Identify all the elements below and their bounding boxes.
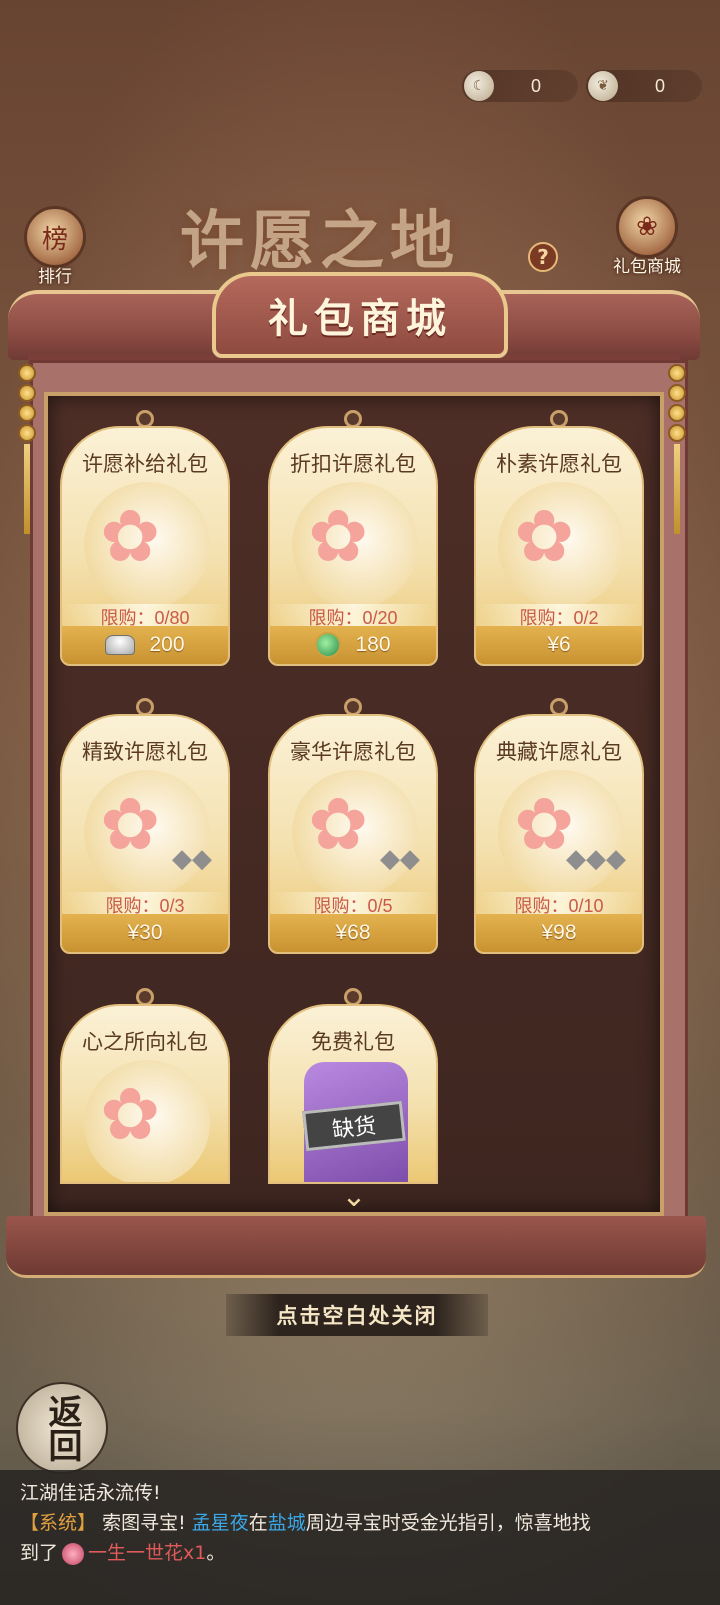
gift-shop-label: 礼包商城 [613, 257, 681, 277]
pack-name: 典藏许愿礼包 [496, 740, 622, 764]
pack-card[interactable]: 精致许愿礼包 ✿ ◆◆ 限购：0/3 ¥30 [60, 698, 230, 954]
pack-name: 精致许愿礼包 [82, 740, 208, 764]
left-tassel [18, 364, 36, 534]
silver-moon-icon: ☾ [464, 71, 494, 101]
chat-text: 在 [248, 1512, 268, 1534]
chat-line-2: 【系统】 索图寻宝! 孟星夜在盐城周边寻宝时受金光指引，惊喜地找 [20, 1508, 700, 1538]
silver-ingots-icon: ◆◆ [172, 844, 212, 874]
pack-card[interactable]: 免费礼包 缺货 [268, 988, 438, 1184]
wish-land-title: 许愿之地 [180, 204, 460, 279]
silver-ingot-icon [105, 635, 136, 655]
price-button[interactable]: ¥68 [270, 914, 436, 952]
currency-silver-value: 0 [530, 75, 541, 96]
pack-name: 心之所向礼包 [82, 1030, 208, 1054]
back-button[interactable]: 返回 [16, 1382, 108, 1474]
price-button[interactable]: 180 [270, 626, 436, 664]
price-value: ¥30 [127, 921, 163, 944]
price-value: 200 [149, 633, 185, 656]
lotus-icon: ✿ [308, 494, 369, 578]
jade-dragon-coin-icon [315, 632, 342, 658]
modal-title: 礼包商城 [268, 295, 452, 342]
price-value: ¥6 [547, 633, 571, 656]
lotus-icon: ✿ [100, 1072, 161, 1156]
pack-card[interactable]: 朴素许愿礼包 ✿ 限购：0/2 ¥6 [474, 410, 644, 666]
price-value: 180 [355, 633, 391, 656]
pack-name: 许愿补给礼包 [82, 452, 208, 476]
chat-place-link[interactable]: 盐城 [268, 1512, 306, 1534]
currency-silver[interactable]: ☾ 0 [462, 70, 578, 102]
modal-base [6, 1216, 706, 1278]
gift-shop-button[interactable]: ❀ 礼包商城 [606, 196, 688, 277]
chat-text: 周边寻宝时受金光指引，惊喜地找 [305, 1512, 591, 1534]
chat-line-3: 到了 一生一世花x1。 [20, 1538, 700, 1568]
chat-text: 到了 [20, 1542, 59, 1564]
lotus-icon: ✿ [100, 494, 161, 578]
lotus-icon: ✿ [514, 494, 575, 578]
pack-name: 折扣许愿礼包 [290, 452, 416, 476]
pack-name: 朴素许愿礼包 [496, 452, 622, 476]
ranking-button[interactable]: 榜 排行 [14, 206, 96, 287]
gold-leaf-icon: ❦ [588, 71, 618, 101]
pack-name: 免费礼包 [311, 1030, 395, 1054]
price-button[interactable]: ¥6 [476, 626, 642, 664]
chat-player-link[interactable]: 孟星夜 [192, 1512, 249, 1534]
lotus-icon: ✿ [100, 782, 161, 866]
close-hint[interactable]: 点击空白处关闭 [226, 1294, 488, 1336]
help-icon[interactable]: ? [528, 242, 558, 272]
currency-gold[interactable]: ❦ 0 [586, 70, 702, 102]
price-value: ¥98 [541, 921, 577, 944]
silver-ingots-icon: ◆◆◆ [566, 844, 626, 874]
modal-title-plaque: 礼包商城 [212, 272, 508, 358]
pack-name: 豪华许愿礼包 [290, 740, 416, 764]
chat-text: 索图寻宝! [102, 1512, 186, 1534]
chat-line-1: 江湖佳话永流传! [20, 1482, 161, 1504]
system-chat: 江湖佳话永流传! 【系统】 索图寻宝! 孟星夜在盐城周边寻宝时受金光指引，惊喜地… [0, 1470, 720, 1605]
chat-text: 。 [206, 1542, 226, 1564]
price-button[interactable]: ¥30 [62, 914, 228, 952]
price-value: ¥68 [335, 921, 371, 944]
ranking-label: 排行 [38, 267, 72, 287]
ranking-scroll-icon: 榜 [24, 206, 86, 268]
back-label: 返回 [42, 1394, 82, 1462]
pack-card[interactable]: 心之所向礼包 ✿ [60, 988, 230, 1184]
flower-icon [62, 1542, 85, 1565]
price-button[interactable]: 200 [62, 626, 228, 664]
lotus-icon: ✿ [308, 782, 369, 866]
gift-bag-icon: ❀ [616, 196, 678, 258]
price-button[interactable]: ¥98 [476, 914, 642, 952]
right-tassel [668, 364, 686, 534]
chat-tag: 【系统】 [20, 1512, 97, 1534]
silver-ingots-icon: ◆◆ [380, 844, 420, 874]
chat-item-link[interactable]: 一生一世花x1 [88, 1542, 206, 1564]
pack-card[interactable]: 典藏许愿礼包 ✿ ◆◆◆ 限购：0/10 ¥98 [474, 698, 644, 954]
chevron-down-icon[interactable]: ⌄ [336, 1182, 372, 1212]
pack-card[interactable]: 豪华许愿礼包 ✿ ◆◆ 限购：0/5 ¥68 [268, 698, 438, 954]
currency-gold-value: 0 [654, 75, 665, 96]
pack-card[interactable]: 折扣许愿礼包 ✿ 限购：0/20 180 [268, 410, 438, 666]
pack-card[interactable]: 许愿补给礼包 ✿ 限购：0/80 200 [60, 410, 230, 666]
